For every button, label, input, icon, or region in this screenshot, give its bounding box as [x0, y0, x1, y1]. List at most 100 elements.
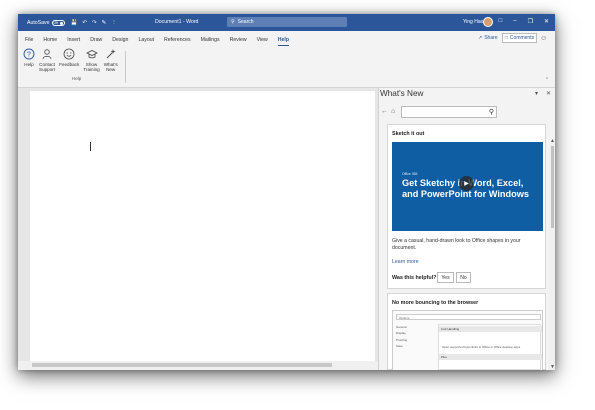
tab-file[interactable]: File [25, 37, 33, 43]
pane-close-icon[interactable]: ✕ [546, 90, 551, 97]
avatar[interactable] [483, 17, 493, 27]
tab-mailings[interactable]: Mailings [201, 37, 220, 43]
pane-search-input[interactable]: ⚲ [401, 106, 497, 118]
horizontal-scroll-thumb[interactable] [32, 363, 332, 367]
collapse-ribbon-icon[interactable]: ⌃ [545, 77, 549, 83]
hero-subtitle: Office 365 [402, 172, 418, 176]
document-area [18, 88, 378, 361]
feature-card-browser: No more bouncing to the browser Options … [387, 293, 546, 370]
document-page[interactable] [30, 91, 375, 361]
comments-label: Comments [509, 35, 535, 41]
search-icon: ⚲ [231, 19, 235, 25]
back-icon[interactable]: ← [381, 108, 388, 115]
pane-controls: ▾ ✕ [535, 90, 551, 97]
svg-text:?: ? [27, 51, 31, 58]
tab-draw[interactable]: Draw [90, 37, 102, 43]
share-icon: ↗ [478, 35, 483, 41]
shot-list-item: Save [396, 344, 403, 349]
tab-references[interactable]: References [164, 37, 191, 43]
shot-header: Options [396, 314, 541, 320]
whats-new-pane: What's New ▾ ✕ ← ⌂ ⚲ Sketch it out Offic… [378, 88, 555, 370]
autosave-state: Off [53, 20, 59, 25]
scroll-up-icon[interactable]: ▲ [550, 138, 555, 144]
pane-options-icon[interactable]: ▾ [535, 90, 538, 97]
feedback-button[interactable]: Feedback [59, 48, 79, 72]
card-description: Give a casual, hand-drawn look to Office… [392, 238, 521, 251]
pane-search-icon[interactable]: ⚲ [489, 108, 494, 116]
shot-list-item: Display [396, 331, 406, 336]
home-icon[interactable]: ⌂ [391, 108, 395, 115]
help-group: ? Help Contact Support Feedback Show Tra… [23, 48, 118, 72]
play-icon[interactable]: ▶ [459, 176, 474, 191]
redo-icon[interactable]: ↷ [92, 20, 97, 26]
training-icon [85, 48, 98, 60]
learn-more-link[interactable]: Learn more [392, 259, 419, 265]
share-button[interactable]: ↗ Share [478, 35, 498, 41]
pane-nav: ← ⌂ [381, 108, 395, 115]
tab-home[interactable]: Home [43, 37, 57, 43]
tab-review[interactable]: Review [230, 37, 247, 43]
shot-row-link-handling: Link Handling [439, 326, 542, 332]
search-box[interactable]: ⚲ Search [227, 17, 347, 27]
tab-insert[interactable]: Insert [67, 37, 80, 43]
pen-icon[interactable]: ✎ [102, 20, 107, 26]
show-training-button[interactable]: Show Training [83, 48, 100, 73]
shot-list: General Display Proofing Save [396, 324, 407, 350]
autosave-toggle[interactable]: Off [51, 19, 65, 26]
feedback-smiley-icon[interactable]: ☺ [540, 35, 547, 42]
undo-icon[interactable]: ↶ [82, 20, 87, 26]
autosave-label: AutoSave [27, 19, 50, 26]
no-button[interactable]: No [456, 272, 471, 283]
title-bar: AutoSave Off 💾 ↶ ↷ ✎ ⋮ Document1 - Word … [18, 14, 555, 31]
autosave[interactable]: AutoSave Off [27, 19, 65, 26]
options-screenshot: Options General Display Proofing Save Li… [392, 310, 543, 370]
comments-button[interactable]: □ Comments [502, 33, 537, 43]
search-placeholder: Search [237, 19, 254, 25]
tab-design[interactable]: Design [112, 37, 128, 43]
card-title: Sketch it out [392, 131, 425, 137]
help-label: Help [24, 62, 34, 67]
horizontal-scrollbar[interactable] [18, 361, 378, 370]
pane-vertical-scrollbar[interactable]: ▲ ▼ [549, 138, 555, 370]
user-name[interactable]: Ying Hao [463, 19, 483, 25]
show-training-label-2: Training [83, 67, 100, 73]
feedback-icon [63, 48, 75, 60]
video-thumbnail[interactable]: Office 365 Get Sketchy in Word, Excel, a… [392, 142, 543, 231]
whats-new-label-2: New [106, 67, 116, 73]
minimize-icon[interactable]: – [513, 18, 516, 25]
document-title: Document1 - Word [155, 19, 199, 25]
tab-layout[interactable]: Layout [138, 37, 154, 43]
scroll-down-icon[interactable]: ▼ [550, 364, 555, 370]
contact-support-button[interactable]: Contact Support [39, 48, 55, 72]
shot-row-plus: Plus [439, 354, 542, 360]
quick-access-toolbar: 💾 ↶ ↷ ✎ ⋮ [71, 20, 117, 26]
yes-button[interactable]: Yes [437, 272, 454, 283]
shot-checkbox-text: Open supported hyperlinks to Office in O… [442, 345, 521, 349]
ribbon-display-icon[interactable]: □ [499, 18, 503, 25]
share-label: Share [484, 35, 498, 41]
comment-icon: □ [504, 35, 508, 41]
save-icon[interactable]: 💾 [71, 20, 78, 26]
ribbon: File Home Insert Draw Design Layout Refe… [18, 31, 555, 88]
pane-title: What's New [380, 89, 424, 98]
whats-new-icon [105, 48, 117, 60]
tab-help[interactable]: Help [277, 37, 290, 46]
whats-new-button[interactable]: What's New [104, 48, 118, 72]
help-icon: ? [23, 48, 35, 60]
contact-support-label-2: Support [39, 67, 56, 73]
group-divider [125, 51, 126, 83]
text-cursor [90, 142, 91, 151]
close-icon[interactable]: ✕ [544, 18, 549, 25]
pane-scroll-thumb[interactable] [551, 146, 554, 228]
ribbon-tabs: File Home Insert Draw Design Layout Refe… [25, 37, 290, 46]
help-group-label: Help [72, 76, 82, 81]
window-controls: □ – ❐ ✕ [499, 18, 549, 25]
maximize-icon[interactable]: ❐ [528, 18, 533, 25]
contact-support-icon [41, 48, 53, 60]
feature-card-sketch: Sketch it out Office 365 Get Sketchy in … [387, 124, 546, 289]
help-button[interactable]: ? Help [23, 48, 35, 72]
feedback-label: Feedback [59, 62, 80, 67]
tab-view[interactable]: View [257, 37, 268, 43]
helpful-label: Was this helpful? [392, 275, 437, 281]
customize-qat-icon[interactable]: ⋮ [111, 20, 117, 26]
